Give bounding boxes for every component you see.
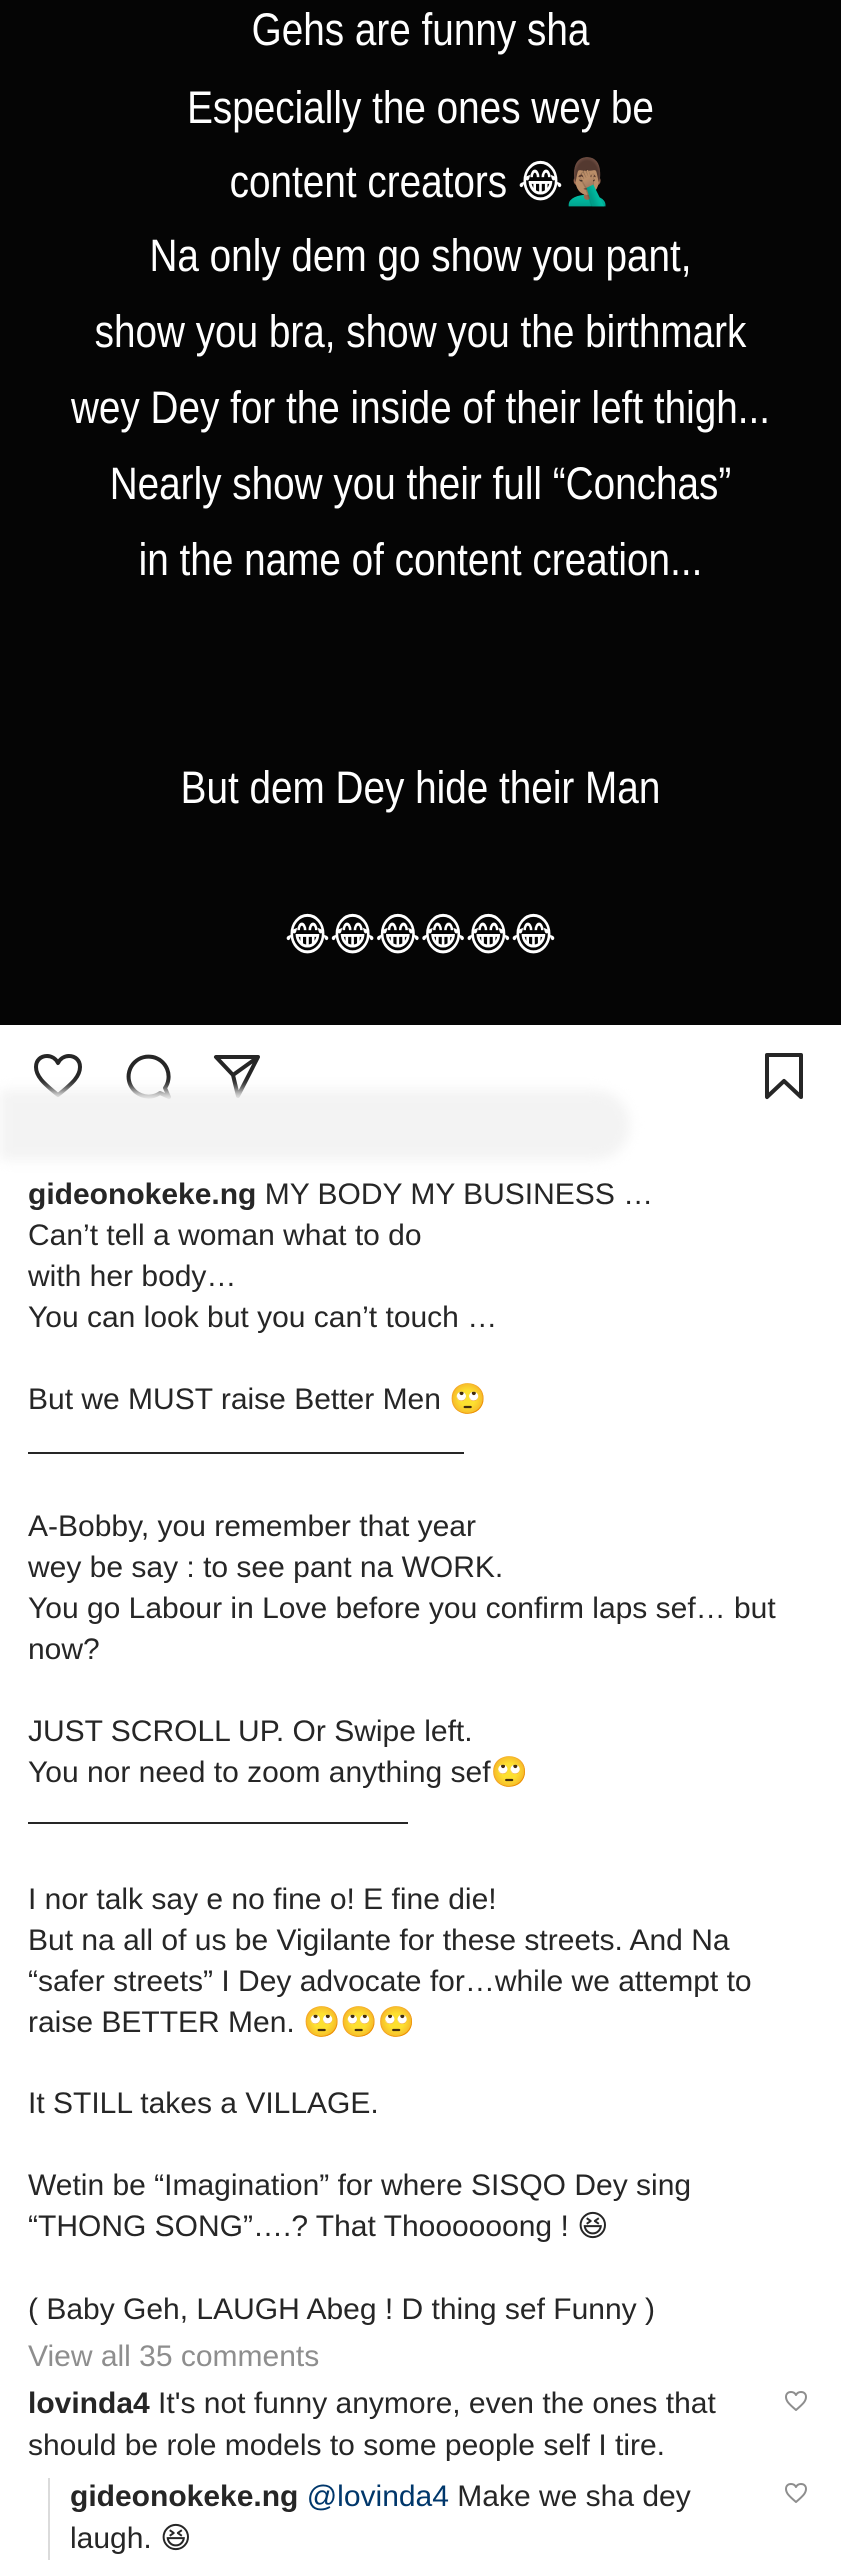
caption-line: But we MUST raise Better Men 🙄: [28, 1383, 487, 1416]
caption-line: Can’t tell a woman what to do: [28, 1219, 422, 1252]
caption-line: JUST SCROLL UP. Or Swipe left.: [28, 1715, 473, 1748]
caption-line: Wetin be “Imagination” for where SISQO D…: [28, 2169, 692, 2202]
divider: [28, 1822, 408, 1824]
caption-line: wey be say : to see pant na WORK.: [28, 1551, 504, 1584]
bookmark-icon[interactable]: [763, 1051, 805, 1101]
story-text-line: content creators 😂🤦🏽‍♂️: [229, 156, 612, 207]
caption-line: It STILL takes a VILLAGE.: [28, 2087, 379, 2120]
comment-item: lovinda4 It's not funny anymore, even th…: [28, 2383, 768, 2467]
caption-username[interactable]: gideonokeke.ng: [28, 1178, 256, 1211]
view-all-comments-link[interactable]: View all 35 comments: [28, 2340, 319, 2374]
caption-line: “safer streets” I Dey advocate for…while…: [28, 1965, 752, 1998]
story-text-line: Gehs are funny sha: [251, 4, 590, 55]
comment-text: It's not funny anymore, even the ones th…: [158, 2387, 716, 2420]
caption-line: A-Bobby, you remember that year: [28, 1510, 476, 1543]
caption-line: now?: [28, 1633, 100, 1666]
caption-text: MY BODY MY BUSINESS …: [264, 1178, 654, 1211]
reply-thread-line: [48, 2478, 50, 2560]
caption-line: ( Baby Geh, LAUGH Abeg ! D thing sef Fun…: [28, 2293, 655, 2326]
caption-line: You nor need to zoom anything sef🙄: [28, 1756, 528, 1789]
story-text-line: Na only dem go show you pant,: [149, 230, 692, 281]
reply-mention[interactable]: @lovinda4: [307, 2480, 449, 2513]
story-text-line: Especially the ones wey be: [187, 82, 654, 133]
caption-first-line: gideonokeke.ng MY BODY MY BUSINESS …: [28, 1174, 818, 1215]
reply-like-heart-icon[interactable]: [784, 2482, 808, 2504]
comment-username[interactable]: lovinda4: [28, 2387, 150, 2420]
caption-line: with her body…: [28, 1260, 237, 1293]
comment-text: should be role models to some people sel…: [28, 2429, 666, 2462]
likes-redacted-bar: [0, 1090, 630, 1160]
caption-line: But na all of us be Vigilante for these …: [28, 1924, 730, 1957]
reply-text: laugh. 😆: [70, 2522, 192, 2555]
comment-like-heart-icon[interactable]: [784, 2390, 808, 2412]
reply-username[interactable]: gideonokeke.ng: [70, 2480, 298, 2513]
caption-line: You go Labour in Love before you confirm…: [28, 1592, 776, 1625]
story-emoji-line: 😂😂😂😂😂😂: [284, 908, 557, 961]
reply-item: gideonokeke.ng @lovinda4 Make we sha dey…: [70, 2476, 770, 2560]
story-text-line: in the name of content creation...: [138, 534, 703, 585]
story-text-line: Nearly show you their full “Conchas”: [109, 458, 732, 509]
story-text-line: wey Dey for the inside of their left thi…: [70, 382, 771, 433]
caption-line: “THONG SONG”….? That Thoooooong ! 😆: [28, 2210, 609, 2243]
divider: [28, 1452, 464, 1454]
reply-text: Make we sha dey: [457, 2480, 691, 2513]
post-image[interactable]: Gehs are funny sha Especially the ones w…: [0, 0, 841, 1025]
caption-line: raise BETTER Men. 🙄🙄🙄: [28, 2006, 416, 2039]
story-text-line: But dem Dey hide their Man: [180, 762, 661, 813]
caption-line: I nor talk say e no fine o! E fine die!: [28, 1883, 497, 1916]
caption-line: You can look but you can’t touch …: [28, 1301, 498, 1334]
story-text-line: show you bra, show you the birthmark: [94, 306, 747, 357]
